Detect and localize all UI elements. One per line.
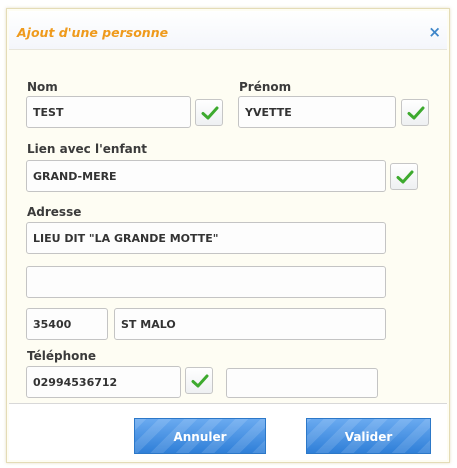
prenom-check-button[interactable] <box>401 99 429 126</box>
adresse-line1-input[interactable] <box>26 222 386 254</box>
postal-code-input[interactable] <box>26 308 108 340</box>
close-icon[interactable]: × <box>428 23 441 41</box>
adresse-line2-input[interactable] <box>26 266 386 298</box>
dialog-footer: Annuler Valider <box>9 403 447 460</box>
telephone2-input[interactable] <box>226 368 378 398</box>
nom-check-button[interactable] <box>195 99 223 126</box>
add-person-dialog: Ajout d'une personne × Nom Prénom Lien a… <box>6 8 450 463</box>
telephone-check-button[interactable] <box>185 367 213 394</box>
prenom-label: Prénom <box>239 80 292 94</box>
check-icon <box>191 374 209 388</box>
telephone-input[interactable] <box>26 366 181 398</box>
check-icon <box>407 106 425 120</box>
adresse-label: Adresse <box>27 205 82 219</box>
dialog-title: Ajout d'une personne <box>17 25 169 40</box>
lien-input[interactable] <box>26 160 386 192</box>
check-icon <box>201 106 219 120</box>
validate-button[interactable]: Valider <box>306 418 431 454</box>
telephone-label: Téléphone <box>27 349 97 363</box>
dialog-titlebar: Ajout d'une personne × <box>9 11 447 50</box>
prenom-input[interactable] <box>238 96 396 128</box>
lien-label: Lien avec l'enfant <box>27 142 148 156</box>
check-icon <box>396 170 414 184</box>
nom-input[interactable] <box>26 96 191 128</box>
lien-check-button[interactable] <box>390 163 418 190</box>
nom-label: Nom <box>27 80 58 94</box>
city-input[interactable] <box>114 308 386 340</box>
cancel-button[interactable]: Annuler <box>134 418 266 454</box>
